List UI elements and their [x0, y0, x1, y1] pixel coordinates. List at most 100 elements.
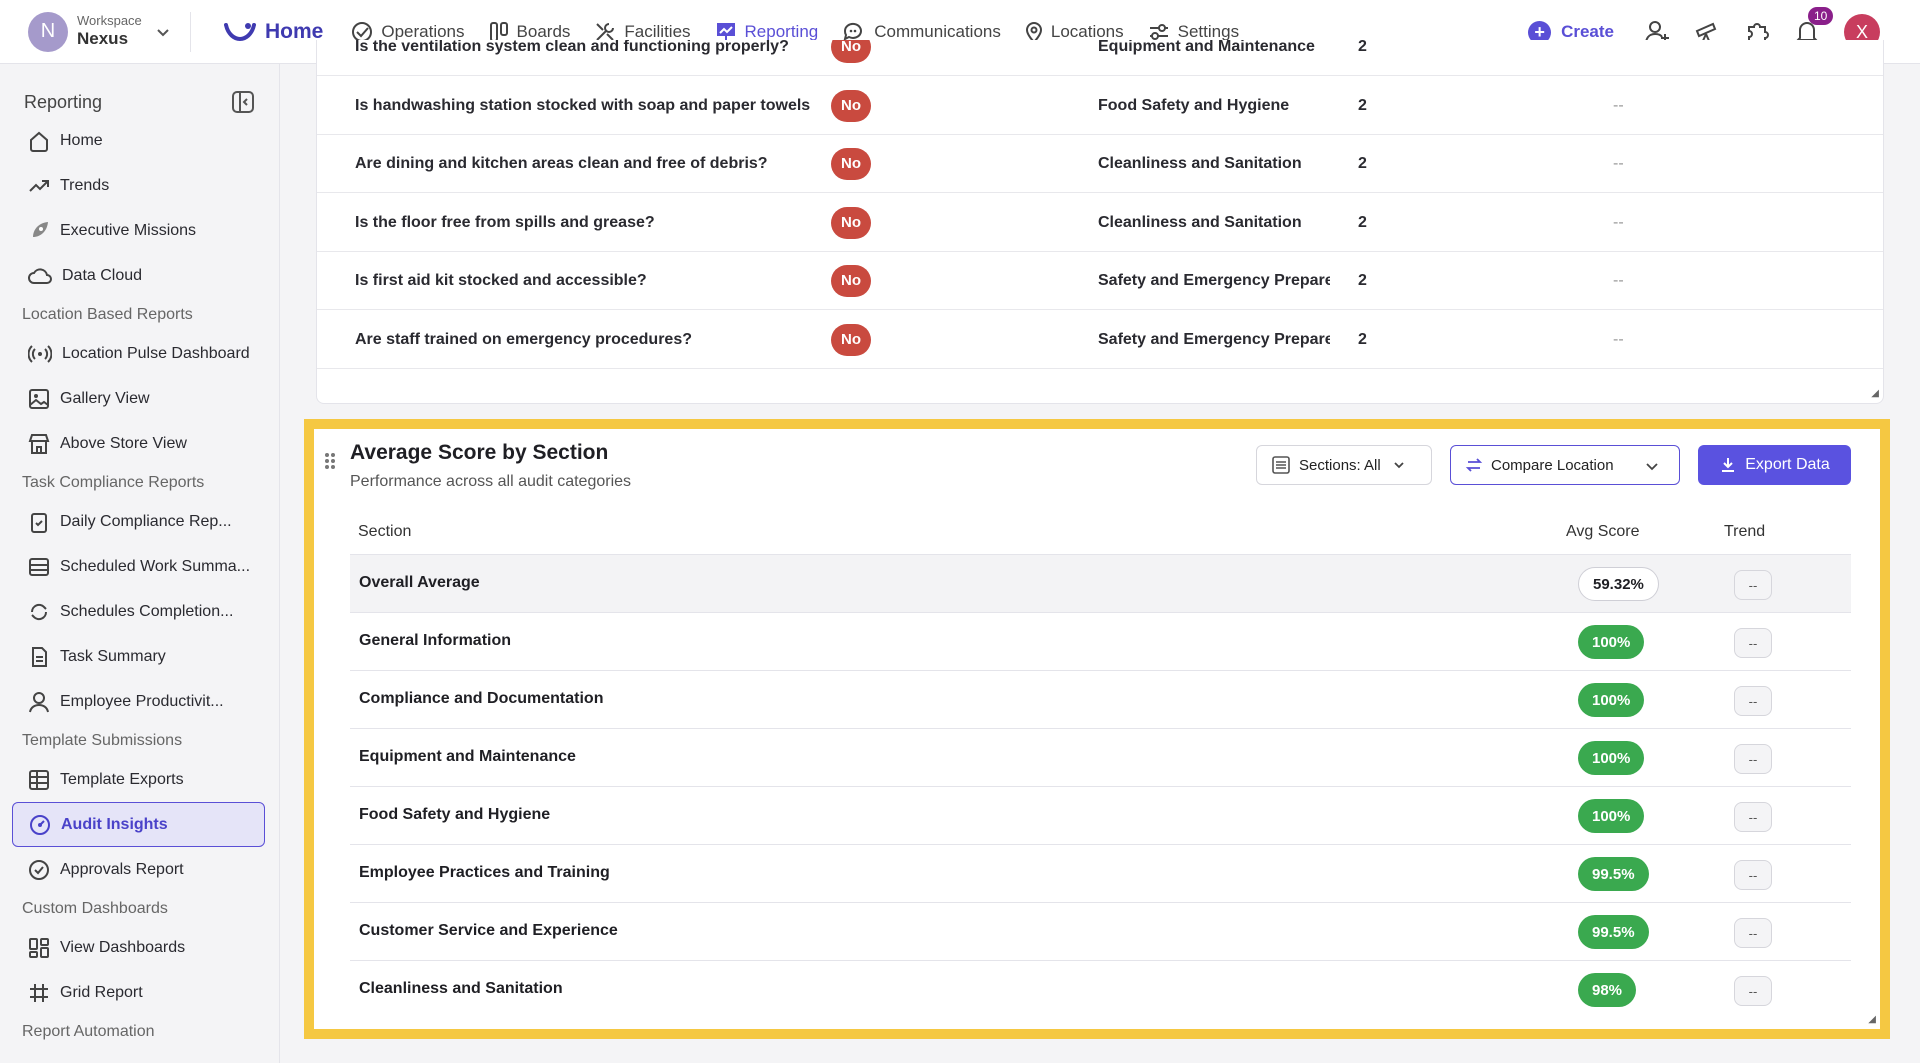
sidebar-section-task: Task Compliance Reports	[22, 473, 205, 491]
table-row: Are dining and kitchen areas clean and f…	[317, 135, 1883, 193]
chevron-down-icon	[1646, 463, 1658, 471]
sidebar-item-executive-missions[interactable]: Executive Missions	[0, 208, 279, 253]
sections-filter-dropdown[interactable]: Sections: All	[1256, 445, 1432, 485]
clipboard-check-icon	[31, 512, 47, 533]
compare-location-label: Compare Location	[1491, 456, 1614, 474]
sidebar-item-template-exports[interactable]: Template Exports	[0, 757, 279, 802]
list-icon	[29, 557, 49, 576]
trend-text: --	[1613, 271, 1624, 289]
sidebar-item-label: Scheduled Work Summa...	[60, 557, 251, 575]
sidebar-item-gallery-view[interactable]: Gallery View	[0, 376, 279, 421]
nav-operations-label: Operations	[381, 21, 465, 41]
sidebar-item-daily-compliance[interactable]: Daily Compliance Rep...	[0, 499, 279, 544]
sidebar-item-grid-report[interactable]: Grid Report	[0, 970, 279, 1015]
failed-questions-card: Is the ventilation system clean and func…	[316, 40, 1884, 404]
count-text: 2	[1358, 96, 1367, 114]
score-badge: 100%	[1578, 683, 1645, 717]
drag-handle-icon[interactable]	[324, 452, 336, 470]
gauge-icon	[30, 814, 50, 835]
workspace-text: Workspace Nexus	[77, 13, 142, 48]
nav-communications-label: Communications	[874, 21, 1001, 41]
table-row: General Information 100% --	[350, 613, 1851, 671]
trend-text: --	[1613, 154, 1624, 172]
sidebar-item-label: Home	[60, 131, 103, 149]
sidebar-item-scheduled-work[interactable]: Scheduled Work Summa...	[0, 544, 279, 589]
resize-handle-icon[interactable]: ◢	[1868, 1014, 1876, 1025]
house-icon	[30, 131, 48, 152]
export-data-button[interactable]: Export Data	[1698, 445, 1851, 485]
section-name: Cleanliness and Sanitation	[359, 980, 563, 997]
answer-badge: No	[831, 323, 871, 356]
column-header-avg-score: Avg Score	[1566, 523, 1640, 540]
sidebar-item-home[interactable]: Home	[0, 118, 279, 163]
sidebar-item-task-summary[interactable]: Task Summary	[0, 634, 279, 679]
resize-handle-icon[interactable]: ◢	[1871, 388, 1879, 399]
answer-badge: No	[831, 206, 871, 239]
rocket-icon	[33, 221, 48, 237]
sidebar-item-label: Grid Report	[60, 983, 143, 1001]
sidebar-item-location-pulse[interactable]: Location Pulse Dashboard	[0, 331, 279, 376]
sidebar-item-schedules-completion[interactable]: Schedules Completion...	[0, 589, 279, 634]
section-name: Food Safety and Hygiene	[359, 806, 551, 823]
sidebar-item-trends[interactable]: Trends	[0, 163, 279, 208]
column-header-section: Section	[358, 523, 412, 540]
sidebar-item-view-dashboards[interactable]: View Dashboards	[0, 925, 279, 970]
column-header-trend: Trend	[1724, 523, 1766, 540]
workspace-switcher[interactable]: N Workspace Nexus	[0, 0, 190, 64]
broadcast-icon	[28, 344, 52, 363]
list-icon	[1272, 456, 1290, 474]
trend-badge: --	[1734, 570, 1772, 600]
sidebar-item-label: Above Store View	[60, 434, 187, 452]
table-row: Customer Service and Experience 99.5% --	[350, 903, 1851, 961]
section-text: Equipment and Maintenance	[1098, 40, 1315, 55]
home-smile-icon	[224, 22, 256, 41]
sidebar-item-approvals-report[interactable]: Approvals Report	[0, 847, 279, 892]
question-text: Are dining and kitchen areas clean and f…	[355, 154, 768, 172]
sidebar-item-label: Audit Insights	[61, 815, 168, 833]
section-name: Customer Service and Experience	[359, 922, 618, 939]
sidebar-item-employee-productivity[interactable]: Employee Productivit...	[0, 679, 279, 724]
sidebar-item-above-store[interactable]: Above Store View	[0, 421, 279, 466]
table-row: Is the ventilation system clean and func…	[317, 40, 1883, 76]
sidebar-item-label: Data Cloud	[62, 266, 143, 284]
section-name: Equipment and Maintenance	[359, 748, 576, 765]
table-row: Cleanliness and Sanitation 98% --	[350, 961, 1851, 1019]
workspace-avatar: N	[28, 11, 68, 52]
score-badge: 99.5%	[1578, 915, 1649, 949]
section-text: Food Safety and Hygiene	[1098, 96, 1290, 114]
trend-badge: --	[1734, 802, 1772, 832]
count-text: 2	[1358, 271, 1367, 289]
trend-text: --	[1613, 330, 1624, 348]
sidebar-item-label: View Dashboards	[60, 938, 186, 956]
collapse-sidebar-icon[interactable]	[231, 90, 255, 114]
count-text: 2	[1358, 154, 1367, 172]
table-row: Employee Practices and Training 99.5% --	[350, 845, 1851, 903]
section-text: Safety and Emergency Prepare	[1098, 330, 1330, 348]
sidebar-item-data-cloud[interactable]: Data Cloud	[0, 253, 279, 298]
nav-facilities-label: Facilities	[624, 21, 691, 41]
nav-home-label: Home	[265, 19, 324, 43]
trend-text: --	[1613, 96, 1624, 114]
create-label: Create	[1561, 22, 1614, 41]
image-icon	[29, 388, 49, 409]
section-name: Overall Average	[359, 574, 480, 591]
sidebar-title: Reporting	[24, 91, 103, 112]
section-text: Cleanliness and Sanitation	[1098, 154, 1302, 172]
sidebar-section-automation: Report Automation	[22, 1022, 155, 1040]
sidebar-item-audit-insights[interactable]: Audit Insights	[12, 802, 265, 847]
sidebar-item-label: Daily Compliance Rep...	[60, 512, 232, 530]
swap-icon	[1465, 458, 1483, 472]
compare-location-dropdown[interactable]: Compare Location	[1450, 445, 1680, 485]
download-icon	[1722, 458, 1735, 472]
score-badge: 100%	[1578, 625, 1645, 659]
table-row: Equipment and Maintenance 100% --	[350, 729, 1851, 787]
nav-reporting-label: Reporting	[744, 21, 819, 41]
answer-badge: No	[831, 264, 871, 297]
document-icon	[32, 646, 47, 667]
answer-badge: No	[831, 40, 871, 63]
chevron-down-icon	[157, 28, 169, 36]
nav-boards-label: Boards	[516, 21, 571, 41]
trend-text: --	[1613, 213, 1624, 231]
question-text: Is first aid kit stocked and accessible?	[355, 271, 647, 289]
divider	[190, 11, 191, 52]
